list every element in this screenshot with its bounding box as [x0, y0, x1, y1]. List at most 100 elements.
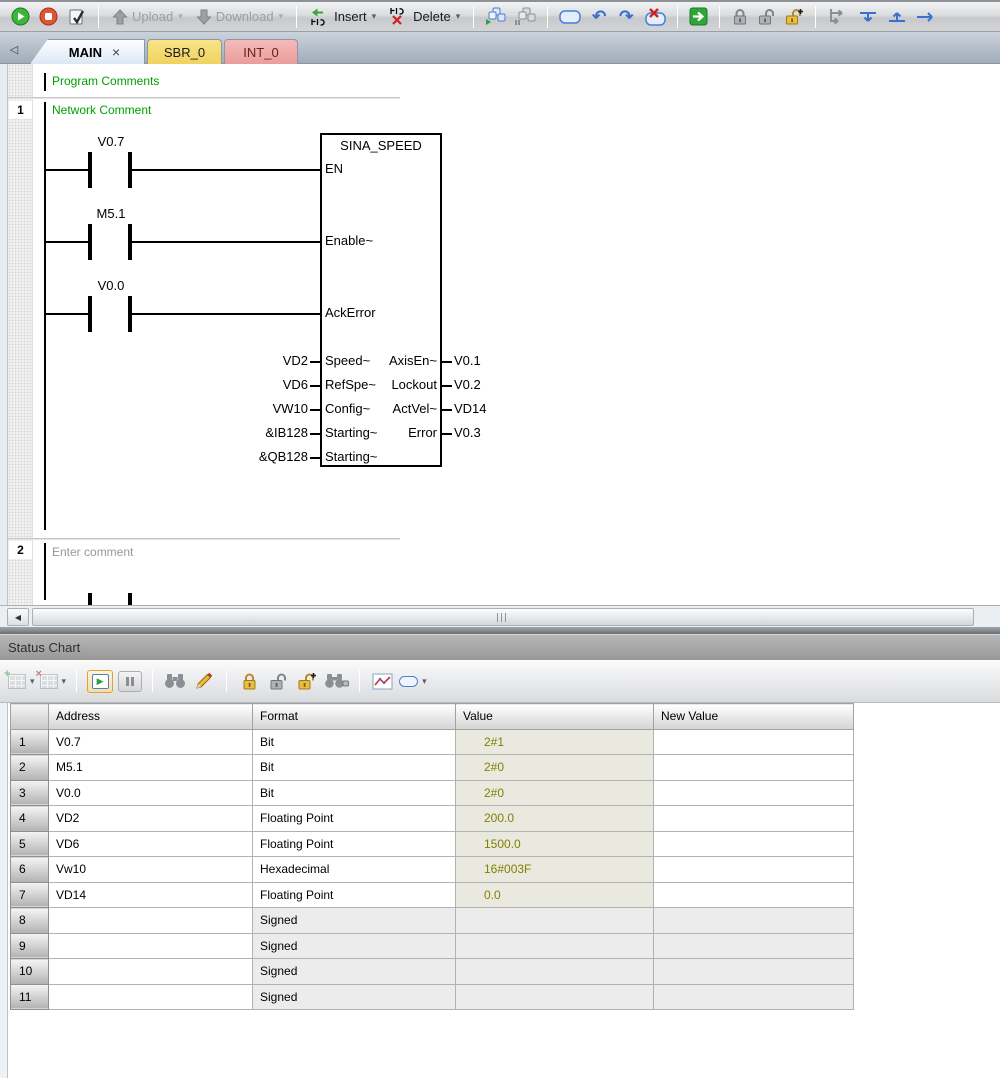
delete-row-button[interactable]: × ▾	[40, 668, 67, 694]
new-value-cell[interactable]	[654, 831, 854, 857]
output-operand[interactable]: VD14	[454, 401, 487, 416]
new-value-cell[interactable]	[654, 959, 854, 985]
new-value-cell[interactable]	[654, 908, 854, 934]
network-1-comment[interactable]: Network Comment	[52, 103, 151, 117]
chart-status-pause-button[interactable]	[118, 671, 142, 692]
delete-caret-icon[interactable]: ▾	[455, 11, 461, 22]
read-all-button[interactable]	[163, 668, 187, 694]
line-right-tool-button[interactable]	[913, 5, 939, 29]
trend-view-button[interactable]	[370, 668, 394, 694]
contact-address[interactable]: V0.0	[79, 278, 143, 293]
address-cell[interactable]: Vw10	[49, 857, 253, 883]
new-value-cell[interactable]	[654, 806, 854, 832]
address-cell[interactable]: VD14	[49, 882, 253, 908]
input-operand[interactable]: VW10	[240, 401, 308, 416]
contact-bar[interactable]	[88, 593, 92, 605]
redo-button[interactable]: ↷	[614, 5, 638, 29]
undo-button[interactable]: ↶	[587, 5, 611, 29]
input-operand[interactable]: VD6	[240, 377, 308, 392]
unlock-button[interactable]	[755, 5, 779, 29]
goto-button[interactable]	[686, 5, 711, 29]
contact-bar[interactable]	[88, 152, 92, 188]
format-cell[interactable]: Signed	[253, 933, 456, 959]
step-over-button[interactable]	[512, 5, 539, 29]
contact-bar[interactable]	[88, 296, 92, 332]
output-operand[interactable]: V0.1	[454, 353, 481, 368]
column-header-new-value[interactable]: New Value	[654, 704, 854, 730]
row-number[interactable]: 10	[11, 959, 49, 985]
address-cell[interactable]: V0.7	[49, 729, 253, 755]
format-cell[interactable]: Bit	[253, 729, 456, 755]
unforce-button[interactable]	[266, 668, 290, 694]
format-cell[interactable]: Floating Point	[253, 831, 456, 857]
insert-row-button[interactable]: + ▾	[8, 668, 35, 694]
step-into-button[interactable]	[482, 5, 509, 29]
branch-tool-button[interactable]	[824, 5, 852, 29]
column-header-format[interactable]: Format	[253, 704, 456, 730]
address-display-button[interactable]: ▾	[399, 668, 427, 694]
chart-status-on-button[interactable]: ▶	[87, 670, 113, 693]
format-cell[interactable]: Floating Point	[253, 806, 456, 832]
new-value-cell[interactable]	[654, 780, 854, 806]
column-header-value[interactable]: Value	[456, 704, 654, 730]
new-value-cell[interactable]	[654, 857, 854, 883]
address-cell[interactable]	[49, 984, 253, 1010]
format-cell[interactable]: Hexadecimal	[253, 857, 456, 883]
tab-scroll-left-button[interactable]: ◁	[6, 40, 22, 58]
force-button[interactable]	[237, 668, 261, 694]
scroll-left-button[interactable]: ◀	[7, 608, 29, 626]
output-operand[interactable]: V0.3	[454, 425, 481, 440]
address-cell[interactable]: VD6	[49, 831, 253, 857]
address-cell[interactable]	[49, 933, 253, 959]
cancel-box-button[interactable]	[641, 5, 669, 29]
format-cell[interactable]: Bit	[253, 780, 456, 806]
new-value-cell[interactable]	[654, 755, 854, 781]
row-number[interactable]: 3	[11, 780, 49, 806]
address-cell[interactable]: V0.0	[49, 780, 253, 806]
delete-row-caret-icon[interactable]: ▾	[61, 676, 67, 687]
input-operand[interactable]: &IB128	[240, 425, 308, 440]
row-number[interactable]: 4	[11, 806, 49, 832]
compile-button[interactable]	[64, 5, 90, 29]
row-number[interactable]: 5	[11, 831, 49, 857]
upload-button[interactable]: Upload ▾	[107, 5, 188, 29]
network-1-number[interactable]: 1	[9, 101, 32, 119]
contact-address[interactable]: V0.7	[79, 134, 143, 149]
new-value-cell[interactable]	[654, 984, 854, 1010]
run-button[interactable]	[8, 5, 33, 29]
new-value-cell[interactable]	[654, 933, 854, 959]
format-cell[interactable]: Signed	[253, 984, 456, 1010]
row-number[interactable]: 9	[11, 933, 49, 959]
stop-button[interactable]	[36, 5, 61, 29]
insert-caret-icon[interactable]: ▾	[371, 11, 377, 22]
row-number[interactable]: 2	[11, 755, 49, 781]
format-cell[interactable]: Signed	[253, 959, 456, 985]
row-number[interactable]: 8	[11, 908, 49, 934]
delete-network-button[interactable]: Delete ▾	[384, 5, 465, 29]
lock-plus-button[interactable]	[782, 5, 807, 29]
format-cell[interactable]: Floating Point	[253, 882, 456, 908]
read-forced-button[interactable]	[324, 668, 349, 694]
network-2-number[interactable]: 2	[9, 541, 32, 559]
contact-bar[interactable]	[88, 224, 92, 260]
scroll-thumb[interactable]	[32, 608, 974, 626]
address-cell[interactable]	[49, 959, 253, 985]
row-number[interactable]: 7	[11, 882, 49, 908]
address-cell[interactable]	[49, 908, 253, 934]
upload-caret-icon[interactable]: ▾	[177, 11, 183, 22]
new-value-cell[interactable]	[654, 882, 854, 908]
output-operand[interactable]: V0.2	[454, 377, 481, 392]
tab-close-icon[interactable]: ×	[112, 44, 120, 60]
tab-main[interactable]: MAIN ×	[30, 39, 145, 64]
column-header-address[interactable]: Address	[49, 704, 253, 730]
row-number[interactable]: 6	[11, 857, 49, 883]
program-comments[interactable]: Program Comments	[52, 74, 159, 88]
insert-network-button[interactable]: Insert ▾	[305, 5, 381, 29]
lock-button[interactable]	[728, 5, 752, 29]
sina-speed-block[interactable]: SINA_SPEED EN Enable~ AckError Speed~ Re…	[320, 133, 442, 467]
new-value-cell[interactable]	[654, 729, 854, 755]
input-operand[interactable]: &QB128	[240, 449, 308, 464]
address-cell[interactable]: M5.1	[49, 755, 253, 781]
network-2-comment[interactable]: Enter comment	[52, 545, 133, 559]
force-all-button[interactable]	[295, 668, 319, 694]
